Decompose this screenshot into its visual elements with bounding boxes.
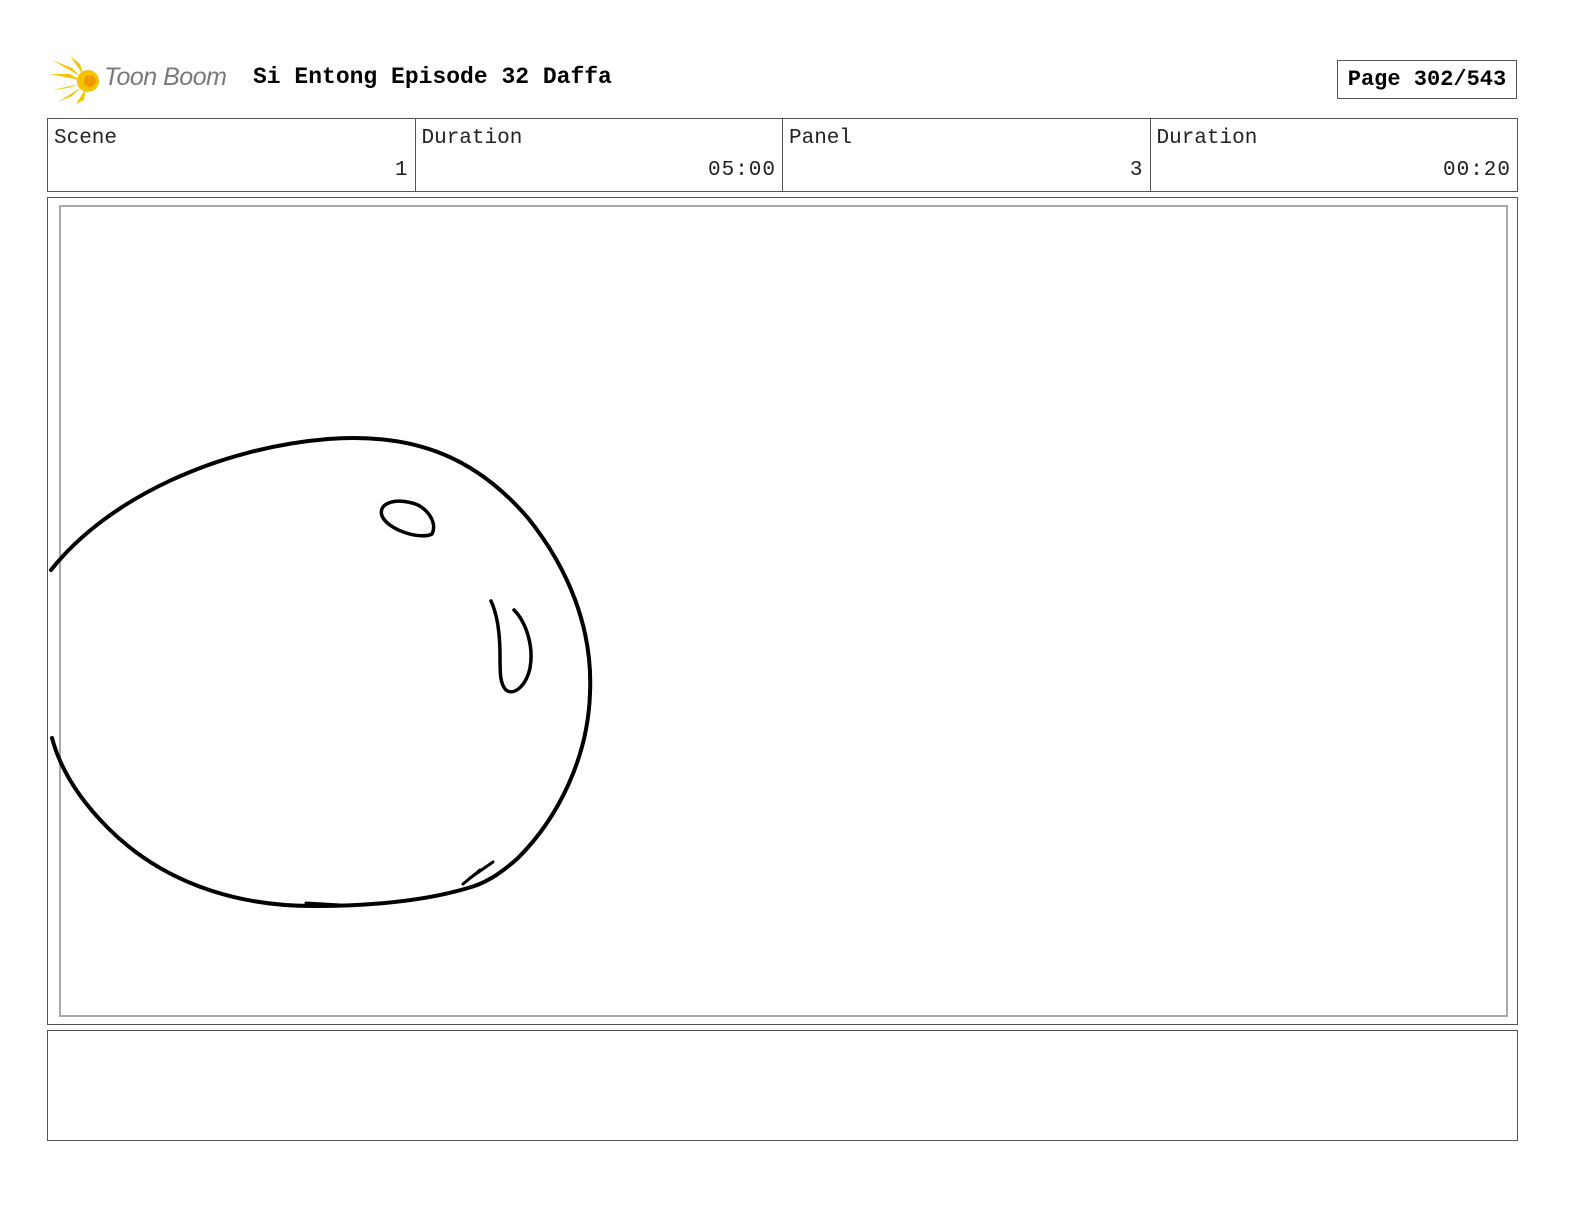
scene-value: 1 xyxy=(394,159,409,182)
scene-cell: Scene 1 xyxy=(48,119,416,191)
panel-label: Panel xyxy=(789,127,853,150)
character-head-sketch-icon xyxy=(49,436,593,908)
page-counter: Page 302/543 xyxy=(1337,60,1517,99)
panel-duration-cell: Duration 00:20 xyxy=(1151,119,1518,191)
scene-duration-label: Duration xyxy=(421,127,523,150)
storyboard-panel xyxy=(47,197,1518,1025)
scene-duration-value: 05:00 xyxy=(707,159,776,182)
toon-boom-logo: Toon Boom xyxy=(50,54,240,106)
panel-notes-box xyxy=(47,1030,1518,1141)
starburst-icon xyxy=(50,56,99,104)
scene-info-table: Scene 1 Duration 05:00 Panel 3 Duration … xyxy=(47,118,1518,192)
logo-text: Toon Boom xyxy=(104,63,227,91)
panel-duration-value: 00:20 xyxy=(1442,159,1511,182)
panel-value: 3 xyxy=(1129,159,1144,182)
panel-duration-label: Duration xyxy=(1156,127,1258,150)
scene-label: Scene xyxy=(54,127,118,150)
panel-cell: Panel 3 xyxy=(783,119,1151,191)
document-title: Si Entong Episode 32 Daffa xyxy=(253,64,612,90)
scene-duration-cell: Duration 05:00 xyxy=(416,119,783,191)
